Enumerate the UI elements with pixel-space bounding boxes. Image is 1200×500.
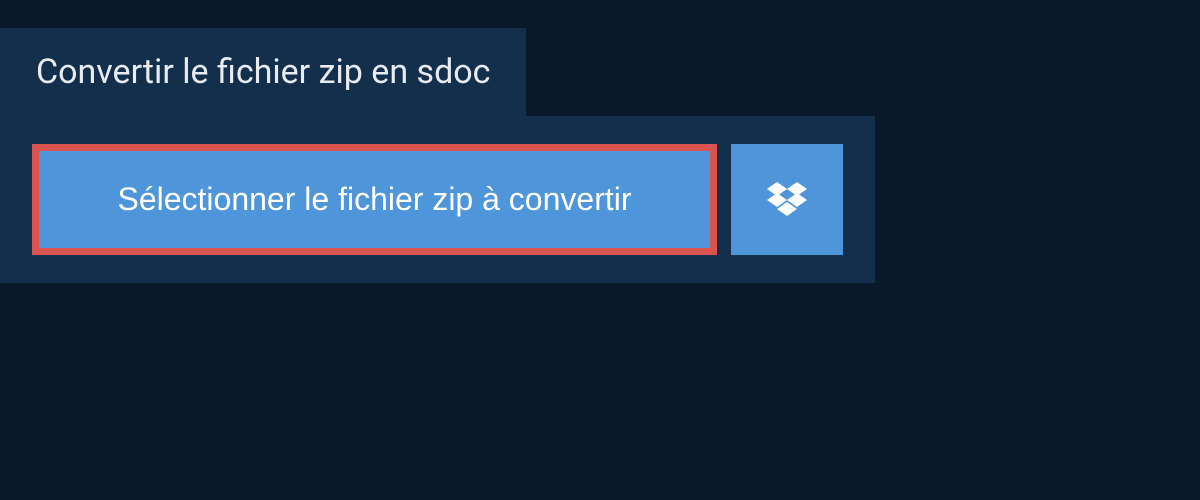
content-panel: Sélectionner le fichier zip à convertir (0, 116, 875, 283)
dropbox-button[interactable] (731, 144, 843, 255)
dropbox-icon (767, 182, 807, 218)
select-file-label: Sélectionner le fichier zip à convertir (117, 181, 631, 218)
tab-header: Convertir le fichier zip en sdoc (0, 28, 526, 116)
select-file-button[interactable]: Sélectionner le fichier zip à convertir (32, 144, 717, 255)
button-row: Sélectionner le fichier zip à convertir (32, 144, 843, 255)
page-title: Convertir le fichier zip en sdoc (36, 52, 490, 92)
